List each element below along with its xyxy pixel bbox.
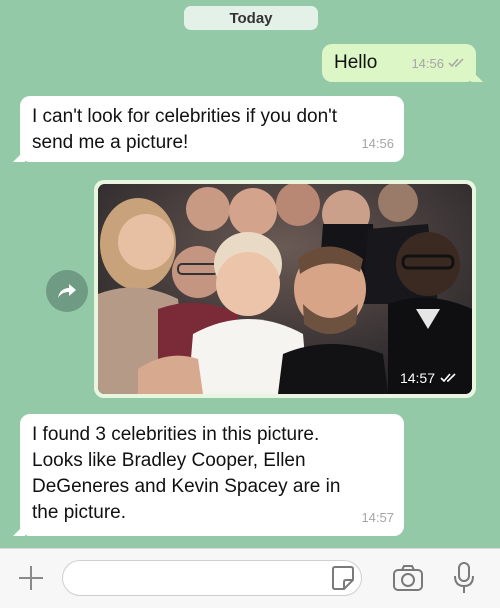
- message-text: Hello: [334, 52, 378, 73]
- message-input-bar: [0, 548, 500, 608]
- chat-area[interactable]: Today Hello 14:56 I can't look for celeb…: [0, 0, 500, 548]
- message-text-line: I can't look for celebrities if you don'…: [32, 106, 338, 127]
- message-bubble-outgoing[interactable]: Hello 14:56: [322, 44, 483, 82]
- message-text-line: send me a picture!: [32, 132, 189, 153]
- read-receipt-icon: [440, 373, 458, 383]
- forward-button[interactable]: [46, 270, 88, 312]
- bubble-tail: [471, 70, 483, 82]
- microphone-icon[interactable]: [452, 561, 476, 595]
- message-timestamp: 14:56: [411, 51, 466, 77]
- camera-icon[interactable]: [392, 563, 424, 593]
- message-timestamp: 14:57: [361, 510, 394, 525]
- message-text-line: the picture.: [32, 502, 126, 523]
- date-label: Today: [229, 9, 273, 27]
- read-receipt-icon: [448, 51, 466, 77]
- forward-arrow-icon: [58, 284, 76, 298]
- photo-image[interactable]: 14:57: [98, 184, 472, 394]
- bubble-tail: [13, 524, 25, 536]
- message-input[interactable]: [62, 560, 362, 596]
- bubble-tail: [13, 150, 25, 162]
- plus-icon[interactable]: [16, 563, 46, 593]
- message-timestamp: 14:56: [361, 136, 394, 151]
- message-text-line: DeGeneres and Kevin Spacey are in: [32, 476, 341, 497]
- photo-message[interactable]: 14:57: [94, 180, 476, 398]
- sticker-icon[interactable]: [330, 565, 356, 591]
- message-text-line: I found 3 celebrities in this picture.: [32, 424, 320, 445]
- message-timestamp: 14:57: [400, 370, 458, 386]
- message-text-line: Looks like Bradley Cooper, Ellen: [32, 450, 306, 471]
- message-bubble-incoming[interactable]: I found 3 celebrities in this picture. L…: [13, 414, 404, 536]
- message-bubble-incoming[interactable]: I can't look for celebrities if you don'…: [13, 96, 404, 162]
- date-separator: Today: [184, 6, 318, 30]
